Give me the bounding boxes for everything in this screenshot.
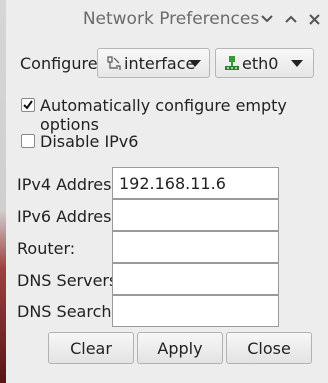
ipv6-address-label: IPv6 Address:: [17, 207, 126, 226]
maximize-button[interactable]: [280, 8, 302, 30]
ethernet-icon: [225, 56, 239, 70]
configure-label: Configure:: [20, 54, 103, 73]
configure-device-value: eth0: [242, 53, 279, 73]
configure-type-combo[interactable]: interface: [97, 48, 210, 78]
minimize-button[interactable]: [256, 8, 278, 30]
router-label: Router:: [17, 239, 76, 258]
close-button[interactable]: Close: [226, 332, 312, 364]
window-title: Network Preferences: [82, 9, 260, 29]
router-input[interactable]: [112, 231, 279, 263]
close-window-button[interactable]: [303, 8, 325, 30]
dns-search-input[interactable]: [112, 295, 279, 327]
network-interface-icon: [107, 56, 121, 70]
auto-configure-checkbox[interactable]: [21, 98, 35, 112]
chevron-up-icon: [285, 15, 297, 23]
titlebar[interactable]: Network Preferences: [6, 0, 328, 38]
close-icon: [308, 13, 320, 25]
disable-ipv6-label[interactable]: Disable IPv6: [40, 132, 138, 151]
auto-configure-label[interactable]: Automatically configure empty options: [40, 96, 328, 134]
dns-search-label: DNS Search:: [17, 302, 117, 321]
configure-type-value: interface: [124, 53, 196, 73]
dns-servers-label: DNS Servers:: [17, 271, 123, 290]
ipv6-address-input[interactable]: [112, 199, 279, 231]
ipv4-address-input[interactable]: [112, 167, 279, 199]
clear-button[interactable]: Clear: [48, 332, 134, 364]
apply-button[interactable]: Apply: [137, 332, 223, 364]
dns-servers-input[interactable]: [112, 263, 279, 295]
checkmark-icon: [23, 100, 33, 110]
disable-ipv6-checkbox[interactable]: [21, 134, 35, 148]
configure-device-combo[interactable]: eth0: [215, 48, 314, 78]
network-preferences-dialog: Network Preferences Configure: interface: [6, 0, 328, 383]
combo-arrow-icon: [189, 60, 201, 67]
chevron-down-icon: [261, 15, 273, 23]
ipv4-address-label: IPv4 Address:: [17, 175, 126, 194]
combo-arrow-icon: [291, 60, 303, 67]
